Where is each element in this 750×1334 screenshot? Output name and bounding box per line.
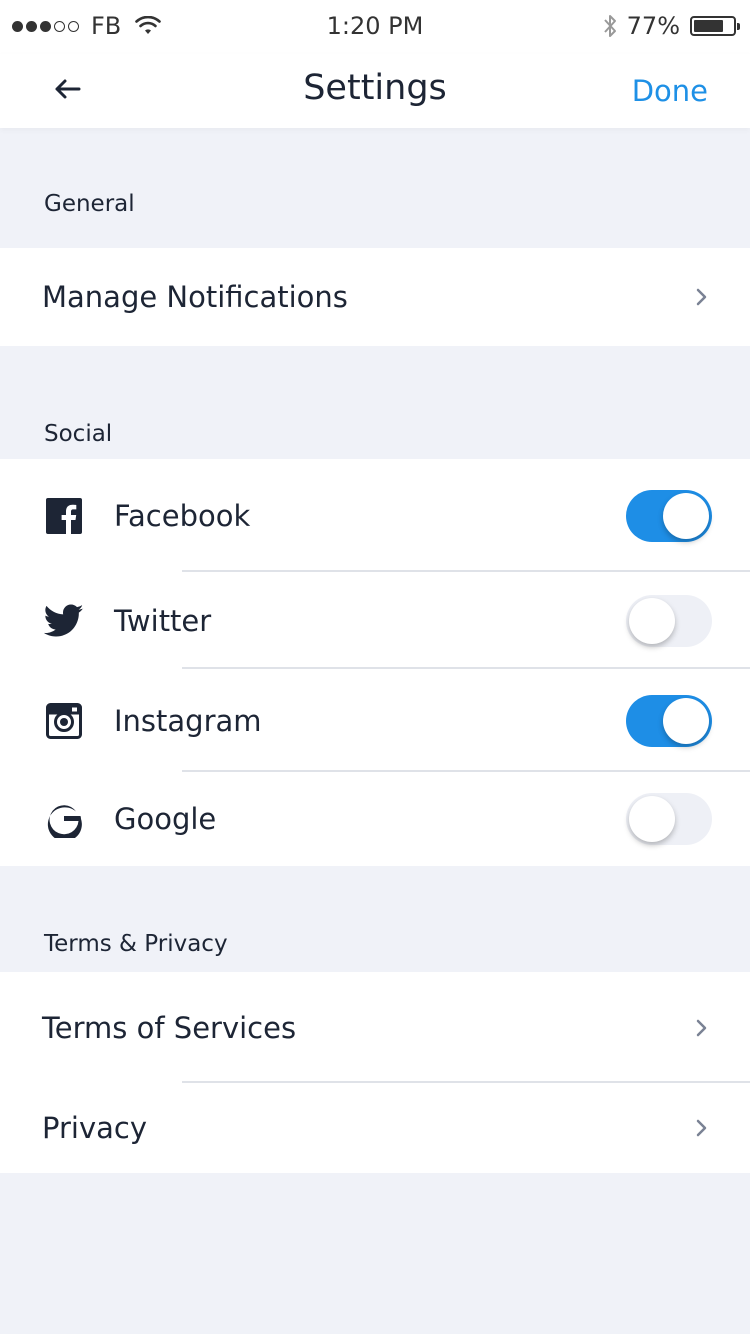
status-right: 77% (603, 12, 740, 40)
facebook-label: Facebook (114, 498, 251, 533)
twitter-label: Twitter (114, 603, 212, 638)
toggle-knob (663, 697, 709, 744)
terms-of-services-label: Terms of Services (42, 1010, 297, 1045)
facebook-icon (44, 496, 84, 536)
section-header-general: General (44, 191, 135, 217)
navigation-bar: Settings Done (0, 54, 750, 128)
section-header-social: Social (44, 421, 113, 447)
facebook-toggle[interactable] (626, 489, 712, 542)
chevron-right-icon (696, 288, 707, 306)
privacy-label: Privacy (42, 1111, 147, 1145)
google-label: Google (114, 802, 217, 836)
instagram-icon (44, 701, 84, 741)
battery-percent: 77% (626, 12, 680, 40)
twitter-icon (44, 601, 84, 641)
instagram-toggle[interactable] (626, 694, 712, 747)
general-group: Manage Notifications (0, 248, 750, 346)
privacy-row[interactable]: Privacy (0, 1083, 750, 1173)
chevron-right-icon (696, 1019, 707, 1036)
status-bar: FB 1:20 PM 77% (0, 0, 750, 54)
battery-icon (690, 16, 740, 36)
manage-notifications-label: Manage Notifications (42, 280, 348, 314)
done-button[interactable]: Done (632, 74, 708, 108)
twitter-row: Twitter (0, 572, 750, 669)
section-header-terms: Terms & Privacy (44, 931, 228, 957)
manage-notifications-row[interactable]: Manage Notifications (0, 248, 750, 346)
facebook-row: Facebook (0, 459, 750, 572)
instagram-label: Instagram (114, 703, 262, 738)
toggle-knob (629, 796, 675, 842)
twitter-toggle[interactable] (626, 594, 712, 647)
google-icon (44, 799, 84, 839)
toggle-knob (629, 597, 675, 644)
terms-of-services-row[interactable]: Terms of Services (0, 972, 750, 1083)
google-row: Google (0, 772, 750, 866)
terms-group: Terms of Services Privacy (0, 972, 750, 1173)
bluetooth-icon (603, 15, 616, 37)
toggle-knob (663, 492, 709, 539)
google-toggle[interactable] (626, 793, 712, 845)
instagram-row: Instagram (0, 669, 750, 772)
social-group: Facebook Twitter Instagram Google (0, 459, 750, 866)
battery-fill (694, 20, 724, 32)
chevron-right-icon (696, 1119, 707, 1137)
